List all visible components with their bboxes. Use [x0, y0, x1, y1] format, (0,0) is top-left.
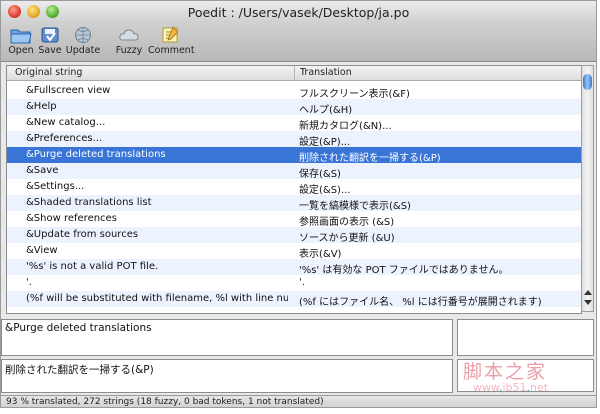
table-row[interactable]: &Save 保存(&S)	[7, 163, 581, 180]
translation-cell: '%s' は有効な POT ファイルではありません。	[299, 265, 509, 276]
window-title: Poedit : /Users/vasek/Desktop/ja.po	[187, 5, 410, 20]
translation-cell: 表示(&V)	[299, 249, 342, 260]
save-button[interactable]: Save	[37, 26, 63, 59]
comment-label: Comment	[148, 45, 195, 56]
table-row[interactable]: &New catalog... 新規カタログ(&N)...	[7, 115, 581, 132]
toolbar: Open Save Update Fuzzy Comment	[1, 23, 596, 62]
original-string-cell: '.	[26, 277, 32, 288]
original-string-cell: &View	[26, 245, 58, 256]
translation-cell: 設定(&P)...	[299, 137, 351, 148]
comment-pane[interactable]	[457, 319, 594, 356]
translation-text: 削除された翻訳を一掃する(&P)	[5, 364, 154, 376]
status-bar: 93 % translated, 272 strings (18 fuzzy, …	[1, 395, 596, 407]
original-string-cell: &Preferences...	[26, 133, 103, 144]
title-bar[interactable]: Poedit : /Users/vasek/Desktop/ja.po	[1, 1, 596, 23]
original-string-cell: &Show references	[26, 213, 117, 224]
table-row[interactable]: &Settings... 設定(&S)...	[7, 179, 581, 196]
translation-cell: 参照画面の表示 (&S)	[299, 217, 395, 228]
translation-cell: (%f にはファイル名、 %l には行番号が展開されます)	[299, 297, 542, 308]
table-row[interactable]: &View 表示(&V)	[7, 243, 581, 260]
fuzzy-cloud-icon	[119, 29, 139, 41]
translation-cell: ヘルプ(&H)	[299, 105, 353, 116]
comment-note-icon	[162, 26, 179, 43]
scroll-down-arrow[interactable]	[584, 300, 592, 305]
table-row[interactable]: &Show references 参照画面の表示 (&S)	[7, 211, 581, 228]
source-text: &Purge deleted translations	[5, 322, 152, 334]
translation-cell: フルスクリーン表示(&F)	[299, 89, 410, 100]
translation-cell: 保存(&S)	[299, 169, 341, 180]
translation-cell: 設定(&S)...	[299, 185, 351, 196]
save-icon	[41, 27, 59, 43]
table-row[interactable]: &Help ヘルプ(&H)	[7, 99, 581, 116]
list-header: Original string Translation	[7, 66, 581, 81]
table-row[interactable]: &Update from sources ソースから更新 (&U)	[7, 227, 581, 244]
original-string-cell: &Purge deleted translations	[26, 149, 166, 160]
open-label: Open	[8, 45, 34, 56]
table-row[interactable]: '. '.	[7, 275, 581, 291]
list-rows: &Fullscreen view フルスクリーン表示(&F) &Help ヘルプ(&H…	[7, 81, 581, 313]
translation-text-area[interactable]: 削除された翻訳を一掃する(&P)	[1, 359, 453, 393]
table-row[interactable]: &Preferences... 設定(&P)...	[7, 131, 581, 148]
column-divider[interactable]	[294, 66, 295, 80]
original-string-cell: &Save	[26, 165, 59, 176]
table-row[interactable]: &Shaded translations list 一覧を縞模様で表示(&S)	[7, 195, 581, 212]
translation-cell: '.	[299, 277, 305, 288]
table-row[interactable]: &Fullscreen view フルスクリーン表示(&F)	[7, 83, 581, 100]
original-string-cell: '%s' is not a valid POT file.	[26, 261, 159, 272]
watermark-url: www.jb51.net	[473, 381, 548, 394]
site-watermark: 脚本之家 www.jb51.net	[461, 357, 593, 395]
original-string-cell: &New catalog...	[26, 117, 106, 128]
original-string-cell: (%f will be substituted with filename, %…	[26, 293, 288, 304]
source-text-pane: &Purge deleted translations	[1, 319, 453, 356]
original-string-cell: &Fullscreen view	[26, 85, 111, 96]
watermark-chars: 脚本之家	[463, 361, 548, 383]
strings-list[interactable]: Original string Translation &Fullscreen …	[6, 65, 582, 314]
translation-cell: 一覧を縞模様で表示(&S)	[299, 201, 411, 212]
table-row[interactable]: &Purge deleted translations 削除された翻訳を一掃する(…	[7, 147, 581, 164]
update-label: Update	[65, 45, 101, 56]
watermark-url-prefix: www	[473, 381, 499, 394]
status-text: 93 % translated, 272 strings (18 fuzzy, …	[6, 397, 324, 407]
update-button[interactable]: Update	[65, 26, 101, 59]
scroll-thumb[interactable]	[583, 74, 592, 90]
update-globe-icon	[75, 27, 91, 43]
table-row[interactable]: '%s' is not a valid POT file. '%s' は有効な P…	[7, 259, 581, 276]
column-header-translation[interactable]: Translation	[300, 67, 352, 78]
original-string-cell: &Settings...	[26, 181, 85, 192]
translation-cell: 削除された翻訳を一掃する(&P)	[299, 153, 441, 164]
comment-button[interactable]: Comment	[148, 26, 195, 59]
original-string-cell: &Help	[26, 101, 57, 112]
translation-cell: 新規カタログ(&N)...	[299, 121, 392, 132]
watermark-url-suffix: net	[530, 381, 549, 394]
original-string-cell: &Shaded translations list	[26, 197, 152, 208]
watermark-url-mid: jb51	[502, 381, 527, 394]
scroll-up-arrow[interactable]	[584, 290, 592, 295]
open-button[interactable]: Open	[7, 26, 35, 59]
folder-open-icon	[10, 29, 32, 44]
table-row[interactable]: (%f will be substituted with filename, %…	[7, 291, 581, 308]
app-window: Poedit : /Users/vasek/Desktop/ja.po Open…	[0, 0, 597, 408]
original-string-cell: &Update from sources	[26, 229, 139, 240]
fuzzy-button[interactable]: Fuzzy	[113, 26, 145, 59]
save-label: Save	[38, 45, 62, 56]
fuzzy-label: Fuzzy	[115, 45, 143, 56]
column-header-original[interactable]: Original string	[15, 67, 82, 78]
translation-cell: ソースから更新 (&U)	[299, 233, 395, 244]
list-scrollbar[interactable]	[581, 65, 594, 312]
